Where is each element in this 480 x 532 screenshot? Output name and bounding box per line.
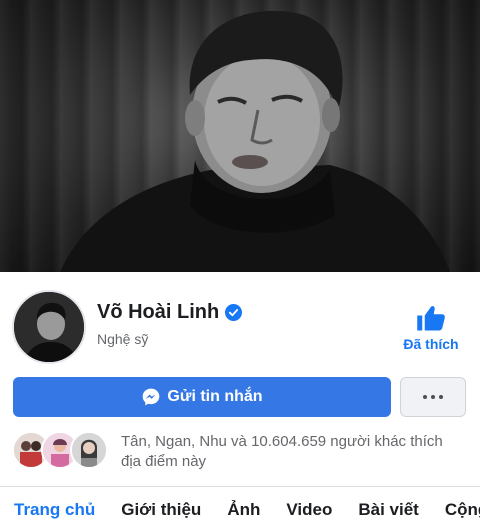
page-name[interactable]: Võ Hoài Linh [97, 301, 219, 324]
tab-home[interactable]: Trang chủ [14, 500, 95, 520]
friend-avatar [70, 431, 108, 469]
more-options-button[interactable] [400, 377, 466, 417]
page-tabs: Trang chủ Giới thiệu Ảnh Video Bài viết … [0, 486, 480, 532]
send-message-button[interactable]: Gửi tin nhắn [13, 377, 391, 417]
verified-badge-icon [225, 304, 243, 321]
liked-button[interactable]: Đã thích [398, 303, 464, 352]
likes-summary: Tân, Ngan, Nhu và 10.604.659 người khác … [121, 432, 471, 472]
send-message-label: Gửi tin nhắn [167, 388, 263, 405]
likes-summary-line-1: Tân, Ngan, Nhu và 10.604.659 người khác … [121, 433, 443, 450]
tab-photos[interactable]: Ảnh [227, 500, 260, 520]
tab-videos[interactable]: Video [286, 500, 332, 520]
tab-posts[interactable]: Bài viết [358, 500, 418, 520]
avatar-portrait [14, 292, 84, 362]
page-name-row: Võ Hoài Linh [97, 301, 243, 324]
profile-avatar[interactable] [12, 290, 86, 364]
messenger-icon [143, 388, 160, 406]
page-category: Nghệ sỹ [97, 331, 149, 347]
thumbs-up-icon [417, 306, 445, 331]
cover-portrait [60, 10, 450, 272]
tab-about[interactable]: Giới thiệu [121, 500, 201, 520]
friend-avatars[interactable] [12, 431, 112, 471]
tab-community[interactable]: Cộng [445, 500, 480, 520]
more-horizontal-icon [423, 395, 427, 399]
likes-summary-line-2: địa điểm này [121, 453, 207, 470]
liked-label: Đã thích [403, 336, 459, 352]
cover-photo[interactable] [0, 0, 480, 272]
